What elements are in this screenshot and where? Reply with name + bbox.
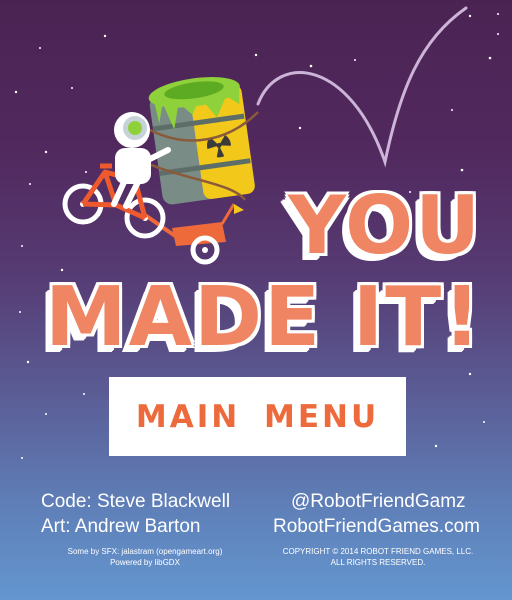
credit-code: Code: Steve Blackwell	[41, 491, 231, 512]
twitter-link[interactable]: @RobotFriendGamz	[291, 490, 466, 514]
title-you: YOU	[288, 179, 483, 272]
credit-powered-by: Powered by libGDX	[110, 558, 180, 567]
credit-art: Art: Andrew Barton	[41, 516, 201, 537]
main-menu-button[interactable]: MAIN MENU	[109, 377, 406, 456]
website-link[interactable]: RobotFriendGames.com	[273, 515, 480, 539]
title-made-it: MADE IT!	[45, 270, 483, 365]
credit-sfx: Some by SFX: jalastram (opengameart.org)	[67, 547, 223, 556]
rights-text: ALL RIGHTS RESERVED.	[330, 558, 426, 567]
copyright-text: COPYRIGHT © 2014 ROBOT FRIEND GAMES, LLC…	[282, 547, 474, 556]
